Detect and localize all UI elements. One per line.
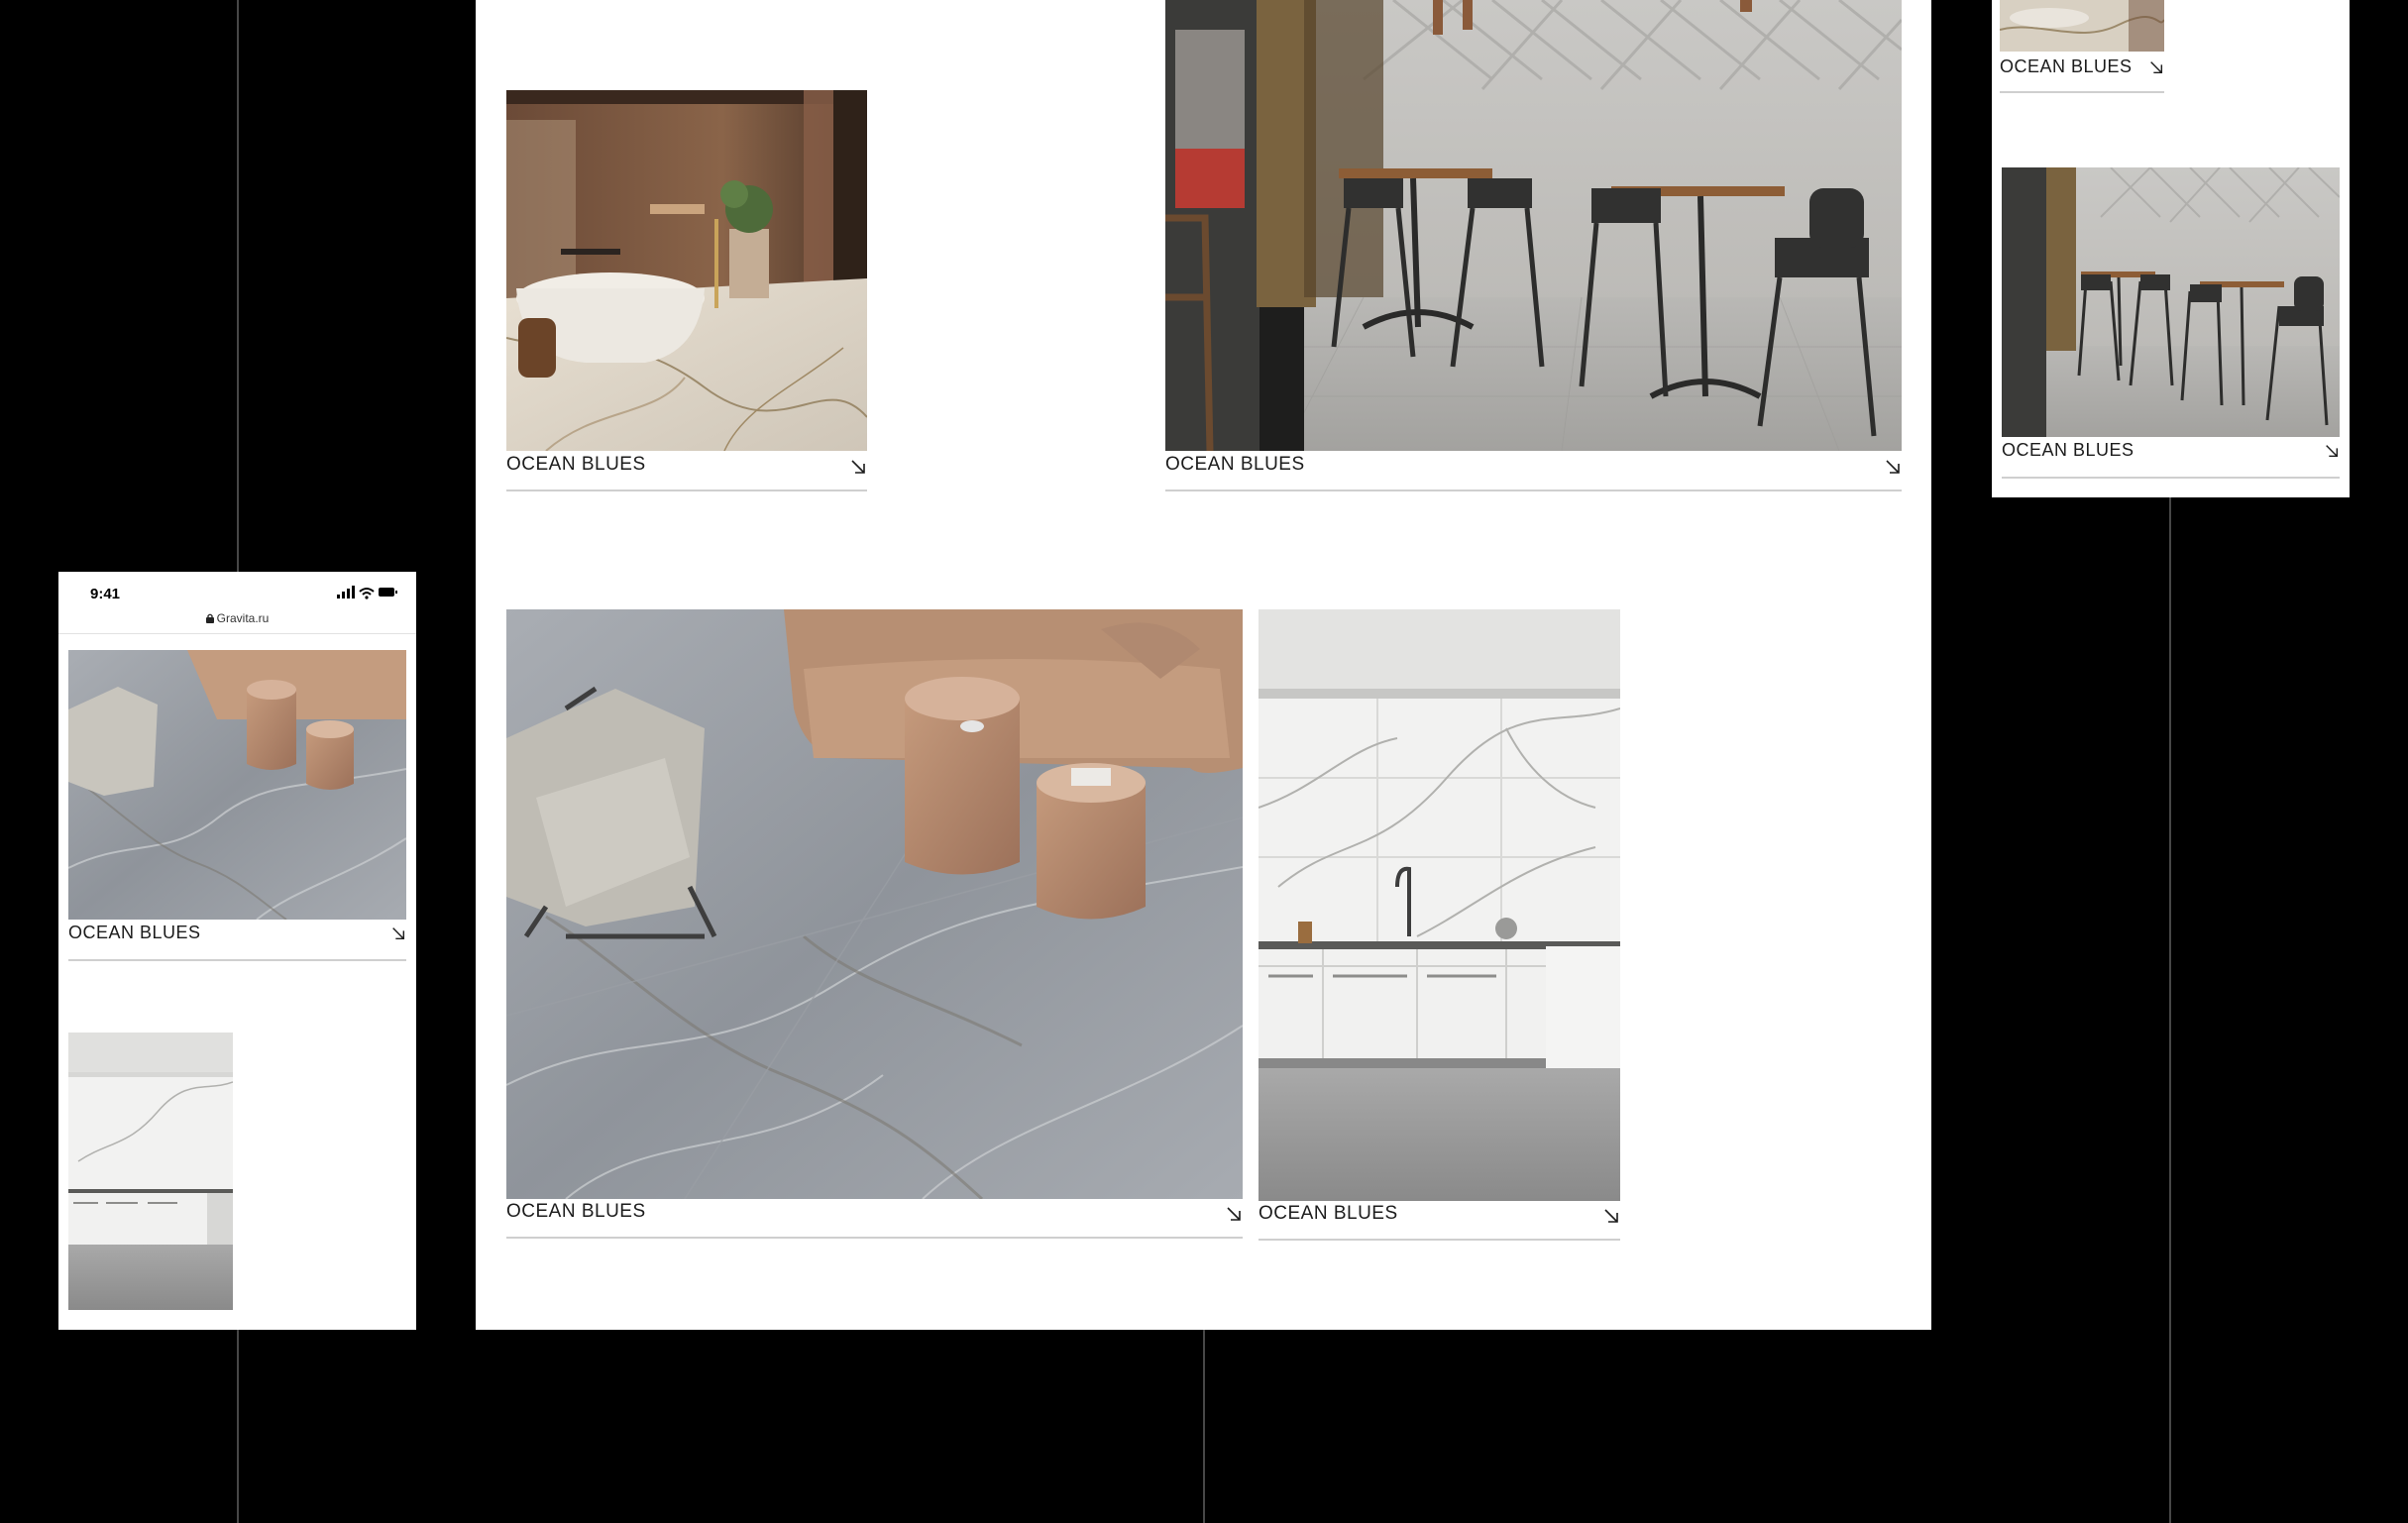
product-title[interactable]: OCEAN BLUES bbox=[506, 1201, 646, 1223]
mobile-panel: 9:41 Gravita.ru OCEAN BLUES bbox=[58, 572, 416, 1330]
product-title[interactable]: OCEAN BLUES bbox=[2002, 440, 2134, 461]
arrow-down-right-icon[interactable] bbox=[1884, 458, 1902, 476]
desktop-panel: OCEAN BLUES OCEAN BLUES OCEAN BLUES OCEA… bbox=[476, 0, 1931, 1330]
product-card-phone-kitchen[interactable] bbox=[68, 1033, 233, 1310]
guide-line bbox=[237, 1330, 239, 1523]
product-image[interactable] bbox=[68, 1033, 233, 1310]
arrow-down-right-icon[interactable] bbox=[849, 458, 867, 476]
product-image[interactable] bbox=[2000, 0, 2164, 52]
product-caption: OCEAN BLUES bbox=[506, 1201, 1243, 1239]
product-title[interactable]: OCEAN BLUES bbox=[2000, 56, 2133, 77]
product-image[interactable] bbox=[68, 650, 406, 920]
product-image[interactable] bbox=[2002, 167, 2340, 437]
product-card-right-top[interactable]: OCEAN BLUES bbox=[2000, 0, 2164, 93]
product-card-living[interactable]: OCEAN BLUES bbox=[506, 609, 1243, 1239]
product-caption: OCEAN BLUES bbox=[2002, 440, 2340, 479]
signal-wifi-battery-icon bbox=[337, 586, 397, 599]
product-image[interactable] bbox=[506, 609, 1243, 1199]
arrow-down-right-icon[interactable] bbox=[2148, 59, 2164, 75]
status-time: 9:41 bbox=[90, 586, 121, 602]
product-image[interactable] bbox=[1165, 0, 1902, 451]
arrow-down-right-icon[interactable] bbox=[1602, 1207, 1620, 1225]
product-title[interactable]: OCEAN BLUES bbox=[506, 454, 646, 476]
product-caption: OCEAN BLUES bbox=[68, 923, 406, 961]
product-caption: OCEAN BLUES bbox=[1165, 454, 1902, 491]
lock-icon bbox=[205, 613, 214, 623]
product-title[interactable]: OCEAN BLUES bbox=[1165, 454, 1305, 476]
product-card-right-cafe[interactable]: OCEAN BLUES bbox=[2002, 167, 2340, 479]
guide-line bbox=[2169, 497, 2171, 1523]
product-card-phone-living[interactable]: OCEAN BLUES bbox=[68, 650, 406, 961]
guide-line bbox=[1203, 1330, 1205, 1523]
status-bar: 9:41 bbox=[58, 572, 416, 605]
product-title[interactable]: OCEAN BLUES bbox=[1259, 1203, 1398, 1225]
product-card-kitchen[interactable]: OCEAN BLUES bbox=[1259, 609, 1620, 1241]
product-caption: OCEAN BLUES bbox=[506, 454, 867, 491]
product-image[interactable] bbox=[506, 90, 867, 451]
arrow-down-right-icon[interactable] bbox=[390, 925, 406, 941]
tablet-panel: OCEAN BLUES OCEAN BLUES bbox=[1992, 0, 2350, 497]
product-card-cafe[interactable]: OCEAN BLUES bbox=[1165, 0, 1902, 491]
guide-line bbox=[237, 0, 239, 572]
product-card-bathroom[interactable]: OCEAN BLUES bbox=[506, 90, 867, 491]
product-image[interactable] bbox=[1259, 609, 1620, 1201]
product-caption: OCEAN BLUES bbox=[1259, 1203, 1620, 1241]
product-caption: OCEAN BLUES bbox=[2000, 56, 2164, 93]
address-url[interactable]: Gravita.ru bbox=[217, 611, 270, 625]
arrow-down-right-icon[interactable] bbox=[1225, 1205, 1243, 1223]
product-title[interactable]: OCEAN BLUES bbox=[68, 923, 201, 943]
arrow-down-right-icon[interactable] bbox=[2324, 443, 2340, 459]
address-bar[interactable]: Gravita.ru bbox=[58, 605, 416, 634]
